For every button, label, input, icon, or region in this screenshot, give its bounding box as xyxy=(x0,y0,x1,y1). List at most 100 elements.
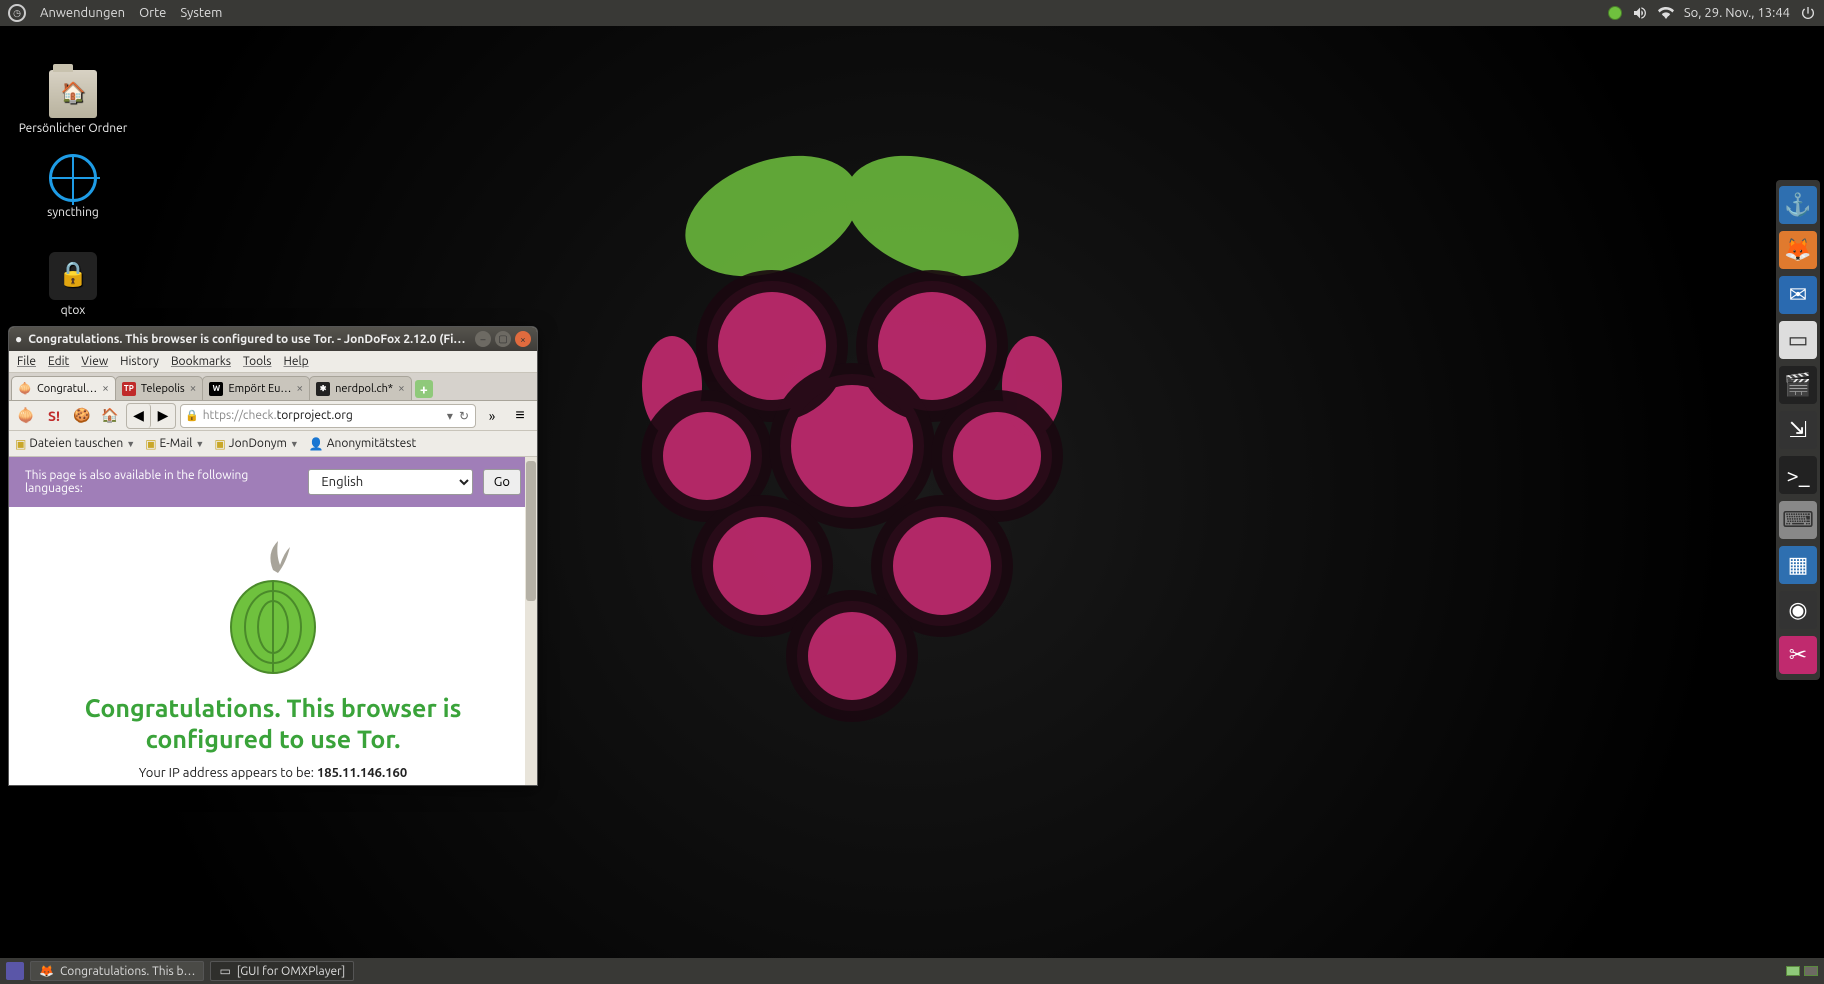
desktop-icon-label: syncthing xyxy=(18,206,128,219)
page-scrollbar[interactable] xyxy=(525,457,537,785)
bookmark-item-2[interactable]: ▣JonDonym▼ xyxy=(214,437,298,451)
task-icon: ▭ xyxy=(219,964,230,978)
bookmark-item-1[interactable]: ▣E-Mail▼ xyxy=(145,437,204,451)
folder-icon: ▣ xyxy=(214,437,225,451)
taskbar-item-1[interactable]: ▭ [GUI for OMXPlayer] xyxy=(210,961,354,981)
workspace-1[interactable] xyxy=(1786,966,1800,976)
ip-line: Your IP address appears to be: 185.11.14… xyxy=(25,766,521,780)
dock: ⚓ 🦊 ✉ ▭ 🎬 ⇲ >_ ⌨ ▦ ◉ ✂ xyxy=(1776,180,1820,680)
desktop-icon-syncthing[interactable]: syncthing xyxy=(18,154,128,219)
browser-menubar: File Edit View History Bookmarks Tools H… xyxy=(9,351,537,373)
volume-icon[interactable] xyxy=(1632,5,1648,21)
desktop-icon-qtox[interactable]: qtox xyxy=(18,252,128,317)
taskbar-item-0[interactable]: 🦊 Congratulations. This b… xyxy=(30,961,204,981)
language-select[interactable]: English xyxy=(308,469,472,495)
bookmark-item-3[interactable]: 👤Anonymitätstest xyxy=(309,437,416,451)
url-bar[interactable]: 🔒 https://check.torproject.org ▾ ↻ xyxy=(180,404,476,428)
menu-places[interactable]: Orte xyxy=(139,6,166,20)
tab-label: nerdpol.ch* xyxy=(335,383,393,395)
distro-logo-icon[interactable]: ◷ xyxy=(8,4,26,22)
dock-video-app[interactable]: 🎬 xyxy=(1779,366,1817,404)
dock-screenshot-app[interactable]: ✂ xyxy=(1779,636,1817,674)
user-icon: 👤 xyxy=(309,437,324,451)
tor-onion-icon xyxy=(218,535,328,675)
task-icon: 🦊 xyxy=(39,964,54,978)
menu-view[interactable]: View xyxy=(81,355,108,368)
go-button[interactable]: Go xyxy=(483,469,521,495)
language-bar: This page is also available in the follo… xyxy=(9,457,537,507)
desktop-icon-label: qtox xyxy=(18,304,128,317)
window-titlebar[interactable]: ● Congratulations. This browser is confi… xyxy=(9,327,537,351)
desktop[interactable]: Persönlicher Ordner syncthing qtox ● Congr… xyxy=(0,26,1824,958)
window-close-button[interactable]: × xyxy=(515,331,531,347)
tab-label: Telepolis xyxy=(141,383,185,395)
forward-button[interactable]: ▶ xyxy=(151,404,175,428)
clock-datetime[interactable]: So, 29. Nov., 13:44 xyxy=(1684,6,1790,20)
identity-button[interactable]: S! xyxy=(42,404,66,428)
home-button[interactable]: 🏠 xyxy=(98,404,122,428)
back-button[interactable]: ◀ xyxy=(127,404,151,428)
desktop-icon-home-folder[interactable]: Persönlicher Ordner xyxy=(18,70,128,135)
tab-0[interactable]: 🧅Congratul…× xyxy=(11,376,116,400)
window-maximize-button[interactable]: ▢ xyxy=(495,331,511,347)
dock-firefox-app[interactable]: 🦊 xyxy=(1779,231,1817,269)
page-content: This page is also available in the follo… xyxy=(9,457,537,785)
url-dropdown-icon[interactable]: ▾ xyxy=(447,409,453,423)
dock-scanner-app[interactable]: ⌨ xyxy=(1779,501,1817,539)
show-desktop-button[interactable] xyxy=(6,962,24,980)
menu-hamburger-button[interactable]: ≡ xyxy=(508,404,532,428)
menu-applications[interactable]: Anwendungen xyxy=(40,6,125,20)
tab-label: Congratul… xyxy=(37,383,97,395)
dock-document-app[interactable]: ▭ xyxy=(1779,321,1817,359)
menu-system[interactable]: System xyxy=(180,6,222,20)
new-tab-button[interactable]: + xyxy=(415,380,433,398)
window-title: Congratulations. This browser is configu… xyxy=(28,333,469,346)
nav-arrows: ◀ ▶ xyxy=(126,403,176,429)
tab-1[interactable]: TPTelepolis× xyxy=(115,376,204,400)
menu-edit[interactable]: Edit xyxy=(48,355,69,368)
bookmarks-toolbar: ▣Dateien tauschen▼ ▣E-Mail▼ ▣JonDonym▼ 👤Ano… xyxy=(9,431,537,457)
tor-congrats-heading: Congratulations. This browser is configu… xyxy=(25,693,521,756)
dock-terminal-app[interactable]: >_ xyxy=(1779,456,1817,494)
scrollbar-thumb[interactable] xyxy=(526,461,536,601)
browser-window: ● Congratulations. This browser is confi… xyxy=(8,326,538,786)
menu-file[interactable]: File xyxy=(17,355,36,368)
reload-button[interactable]: ↻ xyxy=(459,409,469,423)
dock-calculator-app[interactable]: ▦ xyxy=(1779,546,1817,584)
browser-toolbar: 🧅 S! 🍪 🏠 ◀ ▶ 🔒 https://check.torproject.… xyxy=(9,401,537,431)
syncthing-icon xyxy=(49,154,97,202)
workspace-2[interactable] xyxy=(1804,966,1818,976)
tab-close-icon[interactable]: × xyxy=(190,382,197,395)
home-folder-icon xyxy=(49,70,97,118)
dock-anchor-app[interactable]: ⚓ xyxy=(1779,186,1817,224)
power-icon[interactable] xyxy=(1800,5,1816,21)
task-label: Congratulations. This b… xyxy=(60,965,195,978)
menu-tools[interactable]: Tools xyxy=(243,355,272,368)
tab-close-icon[interactable]: × xyxy=(296,382,303,395)
overflow-icon[interactable]: » xyxy=(480,404,504,428)
tab-label: Empört Eu… xyxy=(228,383,291,395)
folder-icon: ▣ xyxy=(145,437,156,451)
desktop-icon-label: Persönlicher Ordner xyxy=(18,122,128,135)
network-indicator-icon[interactable] xyxy=(1608,6,1622,20)
task-label: [GUI for OMXPlayer] xyxy=(237,965,346,978)
tab-close-icon[interactable]: × xyxy=(398,382,405,395)
menu-bookmarks[interactable]: Bookmarks xyxy=(171,355,231,368)
dock-thunderbird-app[interactable]: ✉ xyxy=(1779,276,1817,314)
wifi-icon[interactable] xyxy=(1658,5,1674,21)
cookies-icon[interactable]: 🍪 xyxy=(70,404,94,428)
menu-history[interactable]: History xyxy=(120,355,159,368)
dock-export-app[interactable]: ⇲ xyxy=(1779,411,1817,449)
window-minimize-button[interactable]: – xyxy=(475,331,491,347)
tab-2[interactable]: WEmpört Eu…× xyxy=(202,376,310,400)
bookmark-item-0[interactable]: ▣Dateien tauschen▼ xyxy=(15,437,135,451)
chevron-down-icon: ▼ xyxy=(126,439,135,449)
dock-archive-app[interactable]: ◉ xyxy=(1779,591,1817,629)
tab-3[interactable]: ✱nerdpol.ch*× xyxy=(309,376,412,400)
browser-tabbar: 🧅Congratul…×TPTelepolis×WEmpört Eu…×✱ner… xyxy=(9,373,537,401)
folder-icon: ▣ xyxy=(15,437,26,451)
jondo-icon[interactable]: 🧅 xyxy=(14,404,38,428)
menu-help[interactable]: Help xyxy=(284,355,309,368)
chevron-down-icon: ▼ xyxy=(290,439,299,449)
tab-close-icon[interactable]: × xyxy=(102,382,109,395)
